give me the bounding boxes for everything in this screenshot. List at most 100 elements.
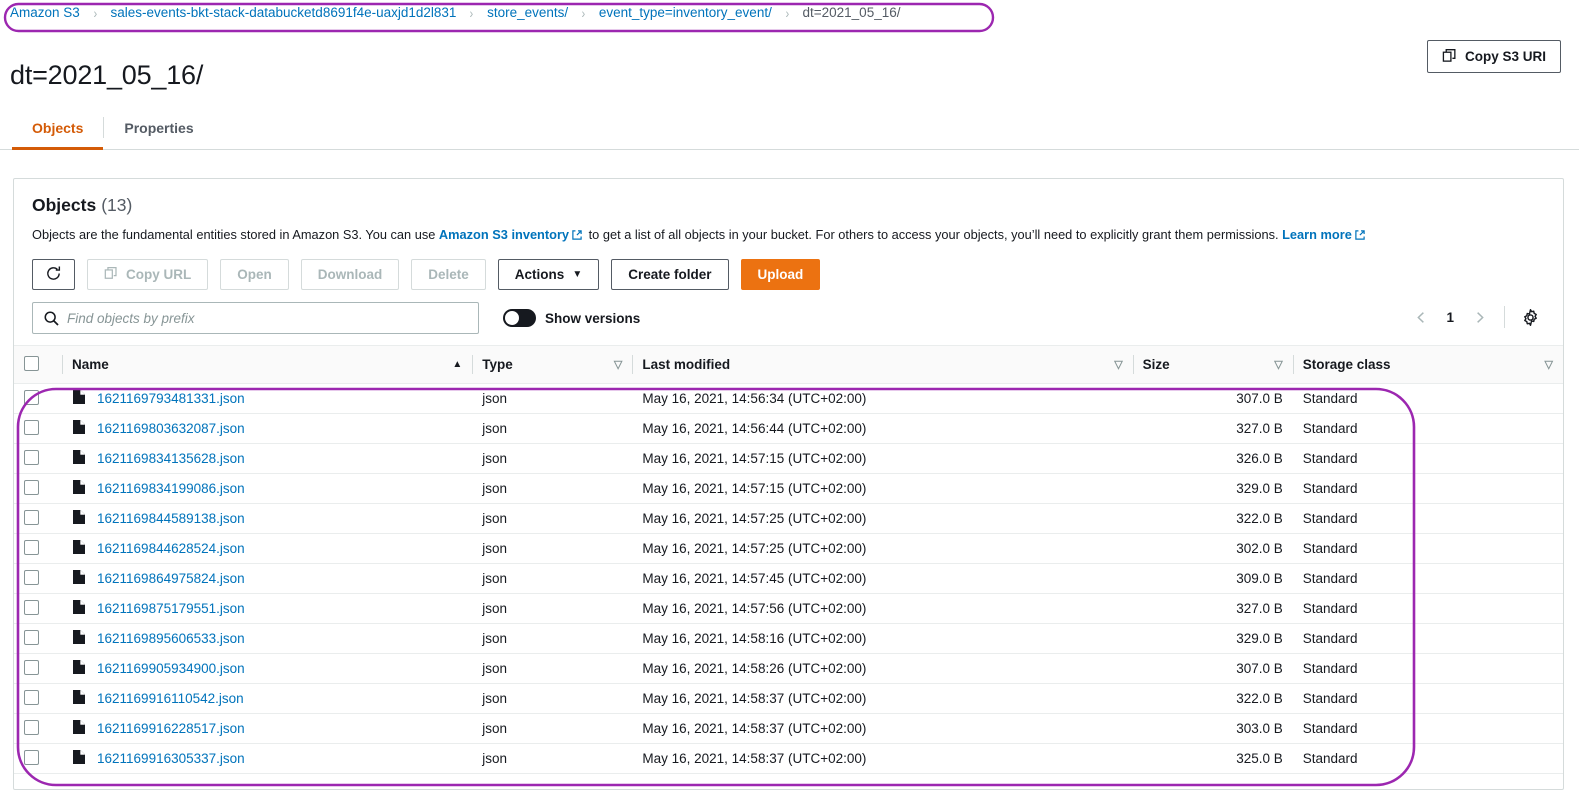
chevron-left-icon[interactable] <box>1406 302 1436 332</box>
cell-type: json <box>472 533 633 564</box>
upload-label: Upload <box>757 267 804 282</box>
object-link[interactable]: 1621169793481331.json <box>97 391 245 406</box>
row-checkbox[interactable] <box>24 479 39 495</box>
objects-table: Name ▲ Type ▽ Last modified ▽ Size ▽ Sto… <box>14 345 1563 774</box>
column-header-type-label: Type <box>482 357 513 372</box>
row-checkbox[interactable] <box>24 419 39 435</box>
learn-more-link[interactable]: Learn more <box>1282 227 1352 242</box>
column-header-type[interactable]: Type ▽ <box>472 345 633 384</box>
chevron-right-icon[interactable] <box>1464 302 1494 332</box>
sort-icon[interactable]: ▽ <box>1114 358 1122 371</box>
row-select-cell <box>14 653 63 684</box>
row-checkbox[interactable] <box>24 539 39 555</box>
objects-title: Objects <box>32 195 97 215</box>
object-link[interactable]: 1621169916110542.json <box>97 691 244 706</box>
open-button[interactable]: Open <box>220 259 289 290</box>
object-link[interactable]: 1621169834135628.json <box>97 451 245 466</box>
cell-size: 326.0 B <box>1132 443 1293 474</box>
cell-last-modified: May 16, 2021, 14:57:56 (UTC+02:00) <box>632 593 1133 624</box>
row-checkbox[interactable] <box>24 389 39 405</box>
breadcrumb-item-amazon-s3[interactable]: Amazon S3 <box>8 4 82 22</box>
row-checkbox[interactable] <box>24 449 39 465</box>
sort-ascending-icon[interactable]: ▲ <box>452 359 462 370</box>
cell-type: json <box>472 623 633 654</box>
upload-button[interactable]: Upload <box>740 259 821 290</box>
gear-icon[interactable] <box>1515 302 1545 332</box>
search-box[interactable] <box>32 302 479 334</box>
cell-size: 307.0 B <box>1132 383 1293 414</box>
objects-table-head: Name ▲ Type ▽ Last modified ▽ Size ▽ Sto… <box>14 345 1563 384</box>
sort-icon[interactable]: ▽ <box>1545 358 1553 371</box>
breadcrumb-separator-icon: › <box>93 5 98 21</box>
row-checkbox[interactable] <box>24 689 39 705</box>
object-link[interactable]: 1621169803632087.json <box>97 421 245 436</box>
object-link[interactable]: 1621169905934900.json <box>97 661 245 676</box>
sort-icon[interactable]: ▽ <box>1274 358 1282 371</box>
row-checkbox[interactable] <box>24 509 39 525</box>
page-number[interactable]: 1 <box>1436 310 1464 325</box>
cell-type: json <box>472 743 633 774</box>
object-link[interactable]: 1621169844628524.json <box>97 541 245 556</box>
tab-objects-label: Objects <box>32 119 84 136</box>
row-select-cell <box>14 713 63 744</box>
show-versions-toggle[interactable] <box>503 309 536 327</box>
search-input[interactable] <box>33 303 478 333</box>
row-checkbox[interactable] <box>24 629 39 645</box>
copy-url-label: Copy URL <box>126 267 192 282</box>
cell-last-modified: May 16, 2021, 14:58:26 (UTC+02:00) <box>632 653 1133 684</box>
cell-size: 303.0 B <box>1132 713 1293 744</box>
breadcrumb-item-bucket[interactable]: sales-events-bkt-stack-databucketd8691f4… <box>108 4 458 22</box>
cell-storage-class: Standard <box>1292 563 1563 594</box>
object-link[interactable]: 1621169895606533.json <box>97 631 245 646</box>
table-row: 1621169834135628.json json May 16, 2021, 1… <box>14 443 1563 474</box>
object-link[interactable]: 1621169916305337.json <box>97 751 245 766</box>
table-header-row: Name ▲ Type ▽ Last modified ▽ Size ▽ Sto… <box>14 345 1563 384</box>
cell-type: json <box>472 503 633 534</box>
row-checkbox[interactable] <box>24 599 39 615</box>
breadcrumb-item-store-events[interactable]: store_events/ <box>485 4 570 22</box>
column-header-last-modified[interactable]: Last modified ▽ <box>632 345 1133 384</box>
object-link[interactable]: 1621169916228517.json <box>97 721 245 736</box>
select-all-checkbox[interactable] <box>24 355 39 371</box>
breadcrumb-item-event-type[interactable]: event_type=inventory_event/ <box>597 4 774 22</box>
column-header-storage-class[interactable]: Storage class ▽ <box>1292 345 1563 384</box>
cell-type: json <box>472 713 633 744</box>
delete-button[interactable]: Delete <box>411 259 486 290</box>
row-select-cell <box>14 413 63 444</box>
cell-last-modified: May 16, 2021, 14:58:37 (UTC+02:00) <box>632 743 1133 774</box>
download-button[interactable]: Download <box>300 259 400 290</box>
column-header-name[interactable]: Name ▲ <box>62 345 473 384</box>
objects-description: Objects are the fundamental entities sto… <box>32 226 1545 245</box>
tab-properties[interactable]: Properties <box>104 106 213 149</box>
object-link[interactable]: 1621169834199086.json <box>97 481 245 496</box>
actions-label: Actions <box>514 267 565 282</box>
open-label: Open <box>237 267 272 282</box>
column-header-storage-class-label: Storage class <box>1302 357 1391 372</box>
cell-name: 1621169905934900.json <box>62 653 473 684</box>
breadcrumb-separator-icon: › <box>785 5 790 21</box>
row-checkbox[interactable] <box>24 749 39 765</box>
external-link-icon <box>571 228 583 245</box>
actions-dropdown-button[interactable]: Actions ▼ <box>497 259 600 290</box>
refresh-button[interactable] <box>32 259 75 290</box>
row-checkbox[interactable] <box>24 659 39 675</box>
create-folder-button[interactable]: Create folder <box>611 259 729 290</box>
row-checkbox[interactable] <box>24 719 39 735</box>
objects-table-body: 1621169793481331.json json May 16, 2021, 1… <box>14 383 1563 774</box>
tab-objects[interactable]: Objects <box>12 106 104 150</box>
table-row: 1621169916305337.json json May 16, 2021, 1… <box>14 743 1563 774</box>
object-link[interactable]: 1621169875179551.json <box>97 601 245 616</box>
column-header-size[interactable]: Size ▽ <box>1132 345 1293 384</box>
object-link[interactable]: 1621169864975824.json <box>97 571 245 586</box>
breadcrumb: Amazon S3 › sales-events-bkt-stack-datab… <box>8 4 902 22</box>
copy-s3-uri-button[interactable]: Copy S3 URI <box>1426 40 1561 73</box>
sort-icon[interactable]: ▽ <box>614 358 622 371</box>
object-link[interactable]: 1621169844589138.json <box>97 511 245 526</box>
table-row: 1621169895606533.json json May 16, 2021, 1… <box>14 623 1563 654</box>
copy-url-button[interactable]: Copy URL <box>87 259 209 290</box>
cell-storage-class: Standard <box>1292 383 1563 414</box>
tab-bar: Objects Properties <box>0 106 1579 150</box>
amazon-s3-inventory-link[interactable]: Amazon S3 inventory <box>439 227 569 242</box>
row-select-cell <box>14 443 63 474</box>
row-checkbox[interactable] <box>24 569 39 585</box>
